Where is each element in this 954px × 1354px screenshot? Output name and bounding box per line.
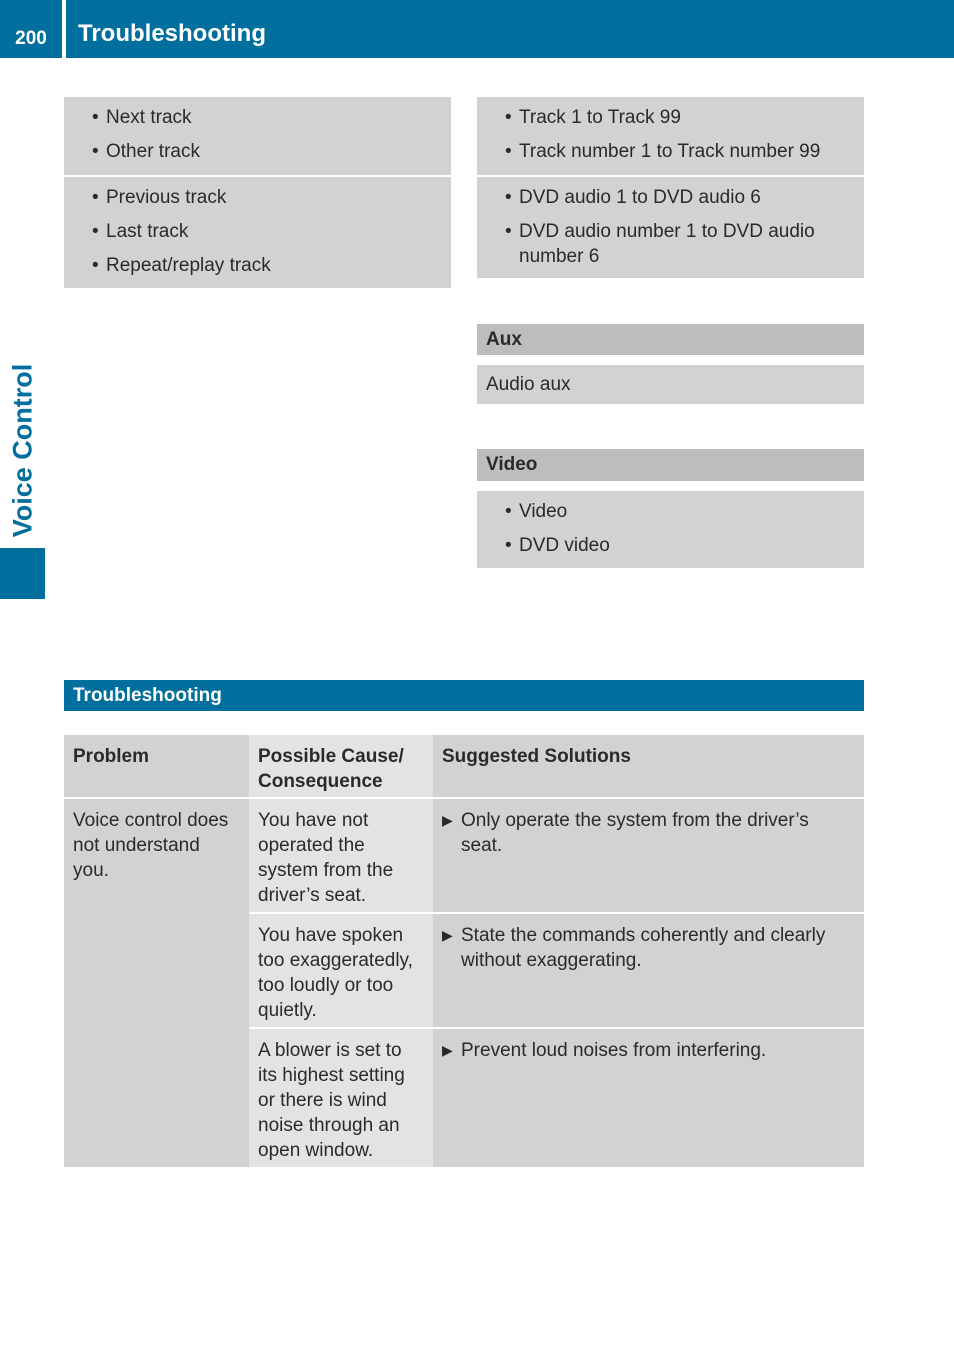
solution-text: Only operate the system from the driver’… <box>461 810 809 856</box>
command-group: Track 1 to Track 99 Track number 1 to Tr… <box>477 97 864 175</box>
cause-cell: A blower is set to its highest setting o… <box>249 1028 433 1167</box>
page-number: 200 <box>15 28 47 49</box>
track-number-commands-box: Track 1 to Track 99 Track number 1 to Tr… <box>477 97 864 278</box>
column-header-solutions: Suggested Solutions <box>433 735 864 799</box>
video-commands-box: Video DVD video <box>477 491 864 568</box>
command-item: DVD audio number 1 to DVD audio number 6 <box>491 219 850 269</box>
command-item: Next track <box>78 105 437 130</box>
command-group: Previous track Last track Repeat/replay … <box>64 177 451 289</box>
page-title: Troubleshooting <box>78 20 266 47</box>
solution-text: Prevent loud noises from interfering. <box>461 1040 767 1061</box>
troubleshooting-heading: Troubleshooting <box>64 680 864 711</box>
triangle-bullet-icon: ▶ <box>442 1042 453 1058</box>
troubleshooting-table: Problem Possible Cause/ Consequence Sugg… <box>64 735 864 1167</box>
track-commands-box: Next track Other track Previous track La… <box>64 97 451 288</box>
column-header-problem: Problem <box>64 735 249 799</box>
table-row: Voice control does not understand you. Y… <box>64 798 864 1167</box>
command-item: Other track <box>78 139 437 164</box>
side-tab-marker <box>0 548 45 599</box>
aux-heading: Aux <box>477 324 864 355</box>
solution-cell: ▶ State the commands coherently and clea… <box>433 913 864 1029</box>
solution-cell: ▶ Prevent loud noises from interfering. <box>433 1028 864 1167</box>
table-header-row: Problem Possible Cause/ Consequence Sugg… <box>64 735 864 799</box>
solution-text: State the commands coherently and clearl… <box>461 925 826 971</box>
column-header-cause: Possible Cause/ Consequence <box>249 735 433 799</box>
command-item: DVD audio 1 to DVD audio 6 <box>491 185 850 210</box>
command-item: Repeat/replay track <box>78 253 437 278</box>
command-item: Video <box>491 499 850 524</box>
command-item: Last track <box>78 219 437 244</box>
command-group: Next track Other track <box>64 97 451 175</box>
cause-cell: You have not operated the system from th… <box>249 798 433 914</box>
command-item: Track 1 to Track 99 <box>491 105 850 130</box>
command-item: Previous track <box>78 185 437 210</box>
command-item: Track number 1 to Track number 99 <box>491 139 850 164</box>
solution-cell: ▶ Only operate the system from the drive… <box>433 798 864 914</box>
video-heading: Video <box>477 449 864 481</box>
side-tab-label: Voice Control <box>7 363 38 537</box>
side-tab: Voice Control <box>0 350 45 550</box>
triangle-bullet-icon: ▶ <box>442 812 453 828</box>
problem-cell: Voice control does not understand you. <box>64 798 249 1167</box>
command-group: Video DVD video <box>477 491 864 569</box>
triangle-bullet-icon: ▶ <box>442 927 453 943</box>
command-item: DVD video <box>491 533 850 558</box>
cause-cell: You have spoken too exaggeratedly, too l… <box>249 913 433 1029</box>
command-group: DVD audio 1 to DVD audio 6 DVD audio num… <box>477 177 864 280</box>
aux-command: Audio aux <box>477 365 864 404</box>
header-divider <box>62 0 66 58</box>
